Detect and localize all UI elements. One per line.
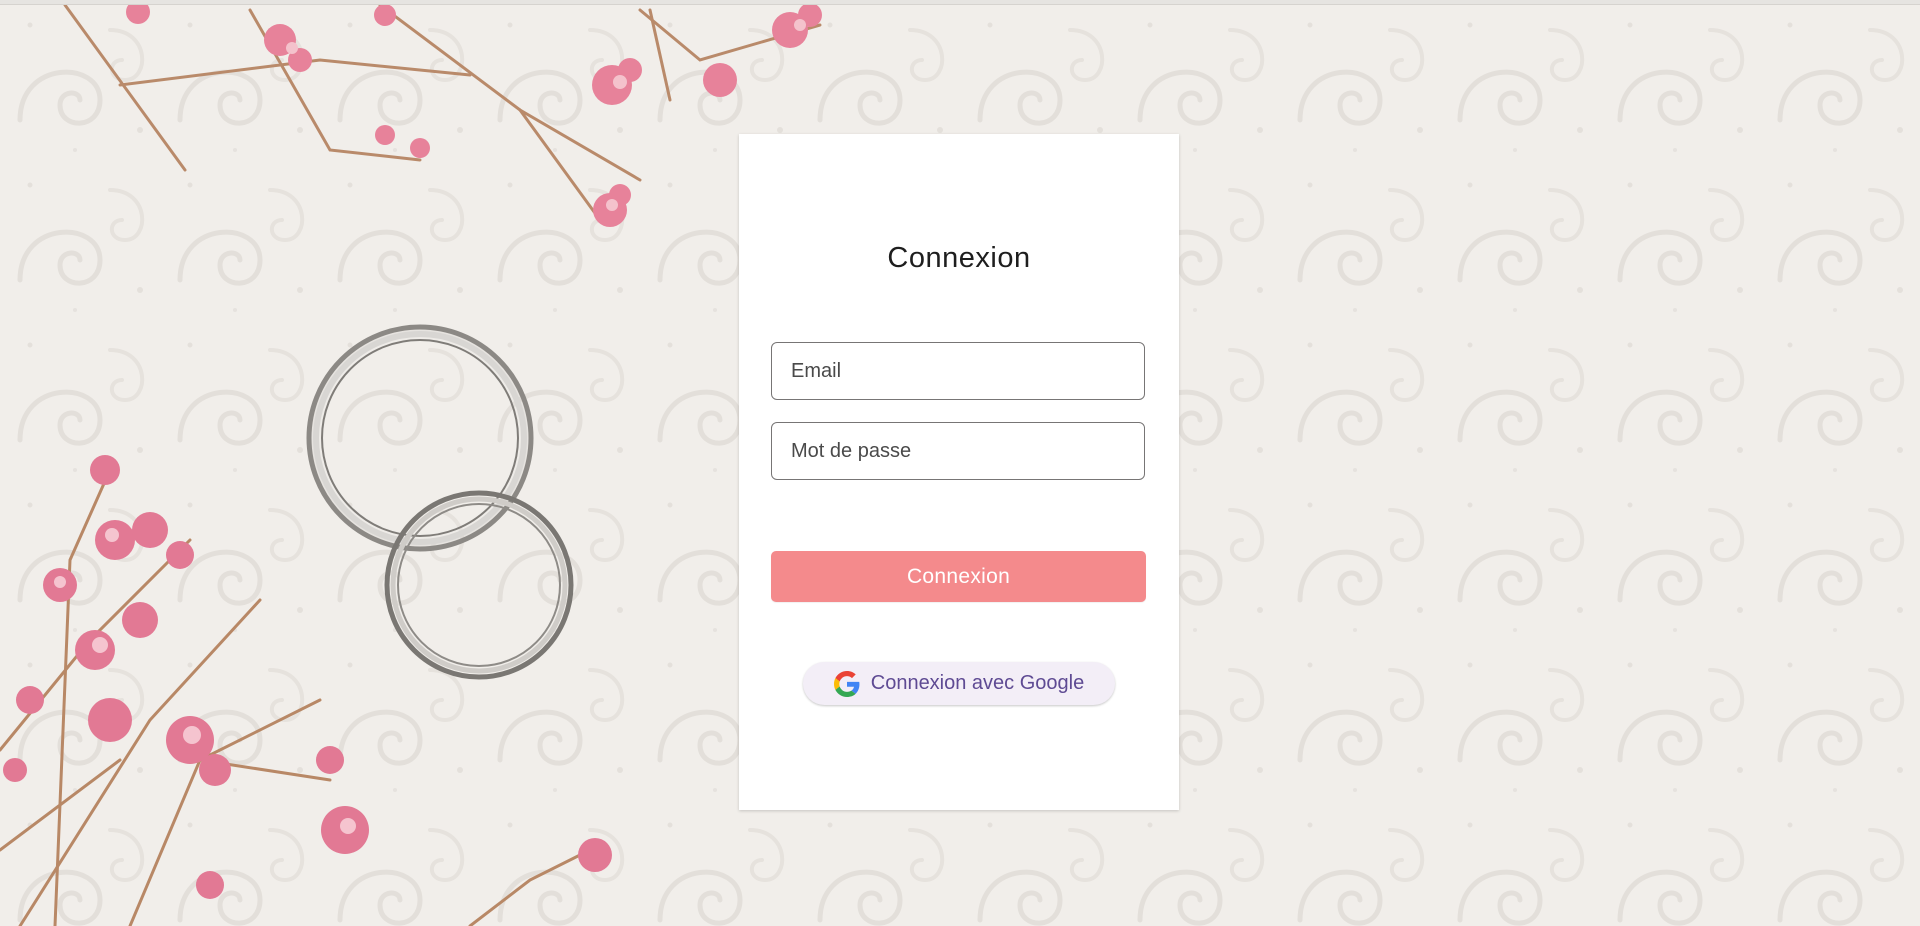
login-title: Connexion [887, 242, 1031, 274]
top-rule [0, 0, 1920, 5]
google-login-button[interactable]: Connexion avec Google [803, 662, 1115, 705]
login-button[interactable]: Connexion [771, 551, 1146, 602]
password-field-container [771, 422, 1145, 480]
email-field-container [771, 342, 1145, 400]
google-g-icon [833, 670, 860, 697]
login-page: Connexion Connexion Connexion avec Googl… [0, 0, 1920, 926]
google-login-label: Connexion avec Google [870, 672, 1085, 694]
email-field[interactable] [772, 343, 1144, 399]
password-field[interactable] [772, 423, 1144, 479]
